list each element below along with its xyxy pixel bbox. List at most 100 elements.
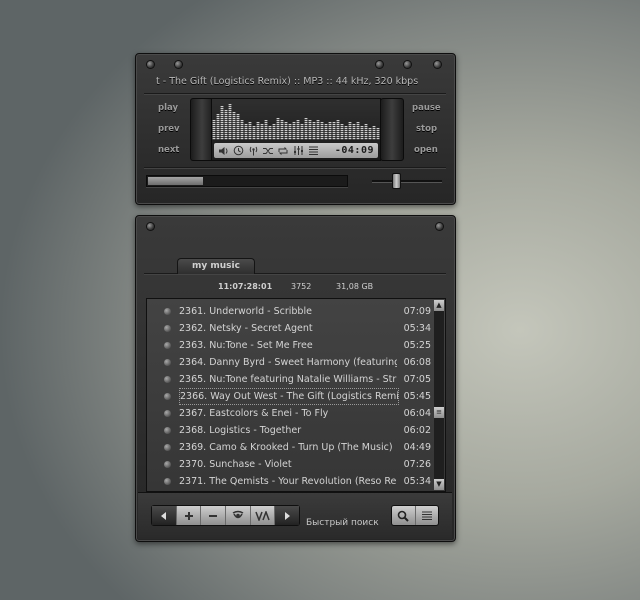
spectrum-bar-segment: [228, 126, 232, 128]
track-duration: 06:04: [403, 408, 431, 419]
remove-track-button[interactable]: [201, 506, 227, 525]
track-title: 2369. Camo & Krooked - Turn Up (The Musi…: [179, 442, 393, 453]
track-title: 2370. Sunchase - Violet: [179, 459, 292, 470]
spectrum-bar-segment: [288, 138, 292, 140]
spectrum-bar-segment: [224, 122, 228, 124]
control-bar: -04:09: [214, 143, 378, 158]
seek-bar[interactable]: [146, 175, 348, 187]
spectrum-bar-segment: [224, 124, 228, 126]
broadcast-icon[interactable]: [247, 145, 259, 157]
spectrum-bar-segment: [320, 134, 324, 136]
track-info-ticker: t - The Gift (Logistics Remix) :: MP3 ::…: [156, 76, 419, 87]
spectrum-bar-segment: [340, 126, 344, 128]
play-button[interactable]: play: [158, 103, 178, 113]
remaining-time[interactable]: -04:09: [335, 145, 374, 156]
spectrum-bar-segment: [220, 124, 224, 126]
next-button[interactable]: next: [158, 145, 179, 155]
playlist-icon[interactable]: [307, 145, 319, 157]
volume-knob[interactable]: [392, 173, 402, 189]
spectrum-bar-segment: [268, 128, 272, 130]
spectrum-bar-segment: [236, 132, 240, 134]
scroll-right-button[interactable]: [275, 506, 300, 525]
spectrum-bar-segment: [248, 132, 252, 134]
repeat-icon[interactable]: [277, 145, 289, 157]
spectrum-bar-segment: [276, 132, 280, 134]
search-button[interactable]: [392, 506, 416, 525]
spectrum-bar-segment: [356, 138, 360, 140]
spectrum-bar-segment: [324, 138, 328, 140]
clock-icon[interactable]: [232, 145, 244, 157]
scroll-thumb[interactable]: ≡: [434, 407, 444, 418]
screw: [436, 223, 443, 230]
spectrum-bar-segment: [288, 132, 292, 134]
spectrum-bar-segment: [304, 136, 308, 138]
spectrum-bar-segment: [216, 128, 220, 130]
track-row[interactable]: 2368. Logistics - Together 06:02: [147, 422, 431, 439]
track-row[interactable]: 2370. Sunchase - Violet 07:26: [147, 456, 431, 473]
track-row[interactable]: 2361. Underworld - Scribble 07:09: [147, 303, 431, 320]
open-button[interactable]: open: [414, 145, 438, 155]
track-row[interactable]: 2369. Camo & Krooked - Turn Up (The Musi…: [147, 439, 431, 456]
track-row[interactable]: 2364. Danny Byrd - Sweet Harmony (featur…: [147, 354, 431, 371]
spectrum-bar-segment: [300, 130, 304, 132]
spectrum-bar-segment: [224, 112, 228, 114]
tab-my-music[interactable]: my music: [177, 258, 255, 274]
track-row[interactable]: 2367. Eastcolors & Enei - To Fly 06:04: [147, 405, 431, 422]
spectrum-bar-segment: [300, 134, 304, 136]
spectrum-bar-segment: [316, 136, 320, 138]
quick-search-label[interactable]: Быстрый поиск: [306, 518, 379, 528]
spectrum-bar-segment: [228, 132, 232, 134]
spectrum-bar-segment: [236, 114, 240, 116]
spectrum-bar-segment: [348, 136, 352, 138]
equalizer-icon[interactable]: [292, 145, 304, 157]
spectrum-bar-segment: [324, 136, 328, 138]
spectrum-bar-segment: [284, 126, 288, 128]
spectrum-bar-segment: [312, 134, 316, 136]
spectrum-bar-segment: [232, 126, 236, 128]
spectrum-bar-segment: [252, 130, 256, 132]
list-menu-button[interactable]: [416, 506, 439, 525]
spectrum-bar-segment: [268, 136, 272, 138]
stop-button[interactable]: stop: [416, 124, 437, 134]
spectrum-bar-segment: [280, 128, 284, 130]
track-status-icon: [164, 376, 171, 383]
prev-button[interactable]: prev: [158, 124, 180, 134]
track-row[interactable]: 2363. Nu:Tone - Set Me Free 05:25: [147, 337, 431, 354]
shuffle-icon[interactable]: [262, 145, 274, 157]
spectrum-bar-segment: [328, 134, 332, 136]
track-row[interactable]: 2365. Nu:Tone featuring Natalie Williams…: [147, 371, 431, 388]
scroll-down-icon[interactable]: ▼: [434, 479, 444, 490]
spectrum-bar-segment: [296, 120, 300, 122]
spectrum-bar-segment: [220, 120, 224, 122]
misc-button[interactable]: [251, 506, 276, 525]
spectrum-bar-segment: [304, 124, 308, 126]
spectrum-bar-segment: [224, 114, 228, 116]
spectrum-bar-segment: [284, 138, 288, 140]
pause-button[interactable]: pause: [412, 103, 441, 113]
track-title: 2364. Danny Byrd - Sweet Harmony (featur…: [179, 357, 397, 368]
spectrum-bar-segment: [336, 132, 340, 134]
spectrum-bar-segment: [372, 138, 376, 140]
scroll-up-icon[interactable]: ▲: [434, 300, 444, 311]
spectrum-bar-segment: [360, 136, 364, 138]
track-list[interactable]: 2361. Underworld - Scribble 07:09 2362. Ne…: [146, 298, 446, 492]
spectrum-bar-segment: [284, 130, 288, 132]
add-track-button[interactable]: [177, 506, 202, 525]
spectrum-bar-segment: [232, 120, 236, 122]
spectrum-bar-segment: [332, 128, 336, 130]
spectrum-bar-segment: [304, 138, 308, 140]
track-row[interactable]: 2366. Way Out West - The Gift (Logistics…: [147, 388, 431, 405]
scroll-left-button[interactable]: [152, 506, 177, 525]
track-row[interactable]: 2371. The Qemists - Your Revolution (Res…: [147, 473, 431, 490]
spectrum-bar-segment: [364, 138, 368, 140]
track-row[interactable]: 2362. Netsky - Secret Agent 05:34: [147, 320, 431, 337]
speaker-icon[interactable]: [217, 145, 229, 157]
spectrum-bar-segment: [280, 122, 284, 124]
spectrum-bar-segment: [280, 130, 284, 132]
total-duration: 11:07:28:01: [218, 282, 273, 291]
volume-slider[interactable]: [372, 173, 442, 189]
select-button[interactable]: [226, 506, 251, 525]
spectrum-bar-segment: [240, 120, 244, 122]
scrollbar[interactable]: ▲ ≡ ▼: [434, 300, 444, 490]
spectrum-bar-segment: [228, 116, 232, 118]
